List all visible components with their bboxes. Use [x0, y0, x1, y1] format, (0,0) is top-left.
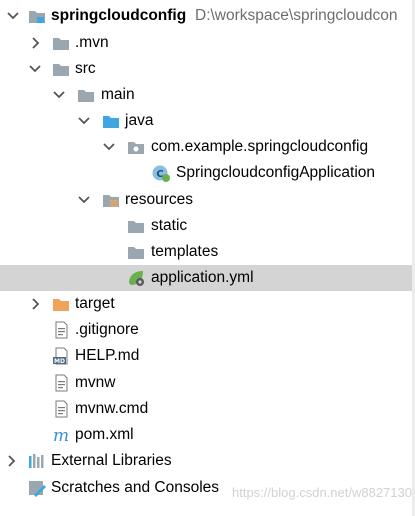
module-folder-icon	[29, 11, 45, 23]
tree-label-mvnw: mvnw	[75, 374, 116, 391]
tree-label-templates: templates	[151, 243, 219, 260]
resources-folder-icon	[103, 195, 119, 207]
project-tree: springcloudconfig D:\workspace\springclo…	[0, 0, 415, 516]
tree-label-app-class: SpringcloudconfigApplication	[176, 164, 376, 181]
tree-row-help-md[interactable]: MD HELP.md	[0, 343, 415, 369]
spring-config-file-icon	[129, 271, 144, 286]
tree-label-static: static	[151, 217, 188, 234]
tree-row-application-yml[interactable]: application.yml	[0, 265, 412, 291]
scratches-icon	[29, 481, 46, 497]
module-path: D:\workspace\springcloudcon	[195, 7, 398, 24]
tree-label-application-yml: application.yml	[151, 269, 254, 286]
svg-text:MD: MD	[54, 358, 65, 365]
excluded-folder-icon	[53, 299, 69, 311]
package-icon	[128, 142, 144, 154]
tree-label-external-libraries: External Libraries	[51, 452, 172, 469]
spring-boot-class-icon: C	[152, 165, 170, 182]
chevron-right-icon[interactable]	[28, 296, 42, 312]
text-file-icon	[55, 374, 68, 392]
tree-row-mvn[interactable]: .mvn	[0, 30, 415, 56]
markdown-file-icon: MD	[53, 347, 68, 365]
chevron-down-icon[interactable]	[6, 8, 20, 24]
folder-icon	[53, 38, 69, 50]
tree-row-main[interactable]: main	[0, 82, 415, 108]
text-file-icon	[55, 400, 68, 418]
tree-row-target[interactable]: target	[0, 291, 415, 317]
tree-row-java[interactable]: java	[0, 108, 415, 134]
tree-row-root[interactable]: springcloudconfig D:\workspace\springclo…	[0, 3, 415, 29]
folder-icon	[53, 64, 69, 76]
tree-label-resources: resources	[125, 191, 194, 208]
folder-icon	[128, 221, 144, 233]
tree-row-pom[interactable]: m pom.xml	[0, 422, 415, 448]
tree-label-java: java	[125, 112, 154, 129]
watermark: https://blog.csdn.net/w8827130	[232, 485, 412, 500]
chevron-right-icon[interactable]	[28, 35, 42, 51]
tree-row-src[interactable]: src	[0, 56, 415, 82]
tree-label-pom: pom.xml	[75, 426, 134, 443]
chevron-down-icon[interactable]	[102, 139, 116, 155]
maven-icon: m	[53, 426, 69, 444]
folder-icon	[128, 247, 144, 259]
text-file-icon	[55, 321, 68, 339]
svg-text:m: m	[53, 426, 69, 444]
tree-row-mvnw[interactable]: mvnw	[0, 370, 415, 396]
chevron-down-icon[interactable]	[77, 113, 91, 129]
library-icon	[29, 454, 44, 468]
tree-row-external-libraries[interactable]: External Libraries	[0, 448, 415, 474]
tree-row-gitignore[interactable]: .gitignore	[0, 317, 415, 343]
tree-row-static[interactable]: static	[0, 213, 415, 239]
tree-row-mvnw-cmd[interactable]: mvnw.cmd	[0, 396, 415, 422]
tree-label-mvn: .mvn	[75, 34, 109, 51]
tree-label-scratches: Scratches and Consoles	[51, 479, 220, 496]
tree-label-main: main	[101, 86, 135, 103]
tree-label-src: src	[75, 60, 96, 77]
tree-label-root: springcloudconfig	[51, 7, 187, 24]
chevron-down-icon[interactable]	[52, 87, 66, 103]
tree-label-target: target	[75, 295, 115, 312]
tree-label-mvnw-cmd: mvnw.cmd	[75, 400, 149, 417]
tree-row-resources[interactable]: resources	[0, 187, 415, 213]
tree-row-app-class[interactable]: C SpringcloudconfigApplication	[0, 160, 415, 186]
tree-label-gitignore: .gitignore	[75, 321, 139, 338]
tree-row-package[interactable]: com.example.springcloudconfig	[0, 134, 415, 160]
tree-label-help-md: HELP.md	[75, 347, 140, 364]
folder-icon	[78, 90, 94, 102]
tree-row-templates[interactable]: templates	[0, 239, 415, 265]
chevron-down-icon[interactable]	[77, 192, 91, 208]
source-folder-icon	[103, 116, 119, 128]
chevron-right-icon[interactable]	[4, 453, 18, 469]
chevron-down-icon[interactable]	[28, 61, 42, 77]
tree-label-package: com.example.springcloudconfig	[151, 138, 369, 155]
